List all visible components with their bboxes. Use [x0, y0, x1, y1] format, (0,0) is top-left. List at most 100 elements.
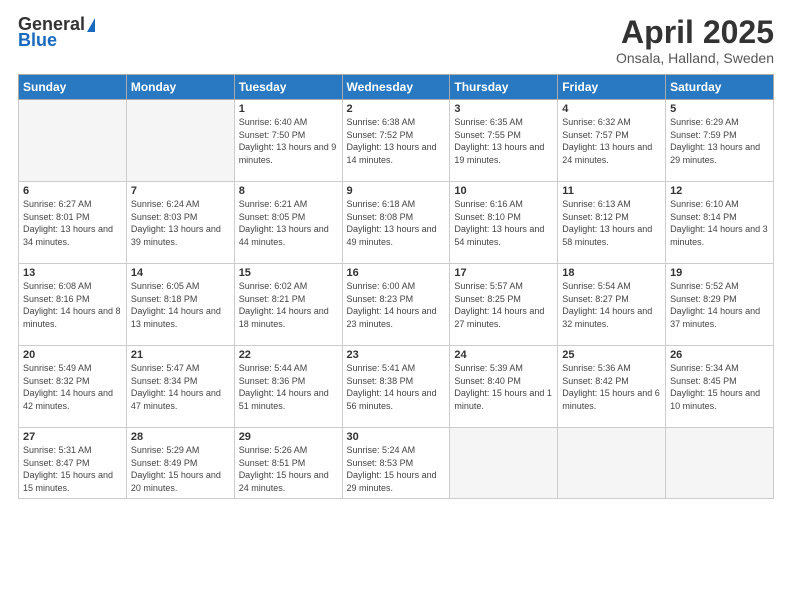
calendar-cell: 16 Sunrise: 6:00 AMSunset: 8:23 PMDayligh…	[342, 264, 450, 346]
day-number: 23	[347, 349, 446, 361]
header-wednesday: Wednesday	[342, 75, 450, 100]
calendar-cell: 12 Sunrise: 6:10 AMSunset: 8:14 PMDayligh…	[666, 182, 774, 264]
day-info: Sunrise: 5:34 AMSunset: 8:45 PMDaylight:…	[670, 363, 760, 411]
day-info: Sunrise: 5:26 AMSunset: 8:51 PMDaylight:…	[239, 445, 329, 493]
day-info: Sunrise: 6:27 AMSunset: 8:01 PMDaylight:…	[23, 199, 113, 247]
header-tuesday: Tuesday	[234, 75, 342, 100]
calendar-cell: 4 Sunrise: 6:32 AMSunset: 7:57 PMDaylight…	[558, 100, 666, 182]
header-saturday: Saturday	[666, 75, 774, 100]
day-info: Sunrise: 5:39 AMSunset: 8:40 PMDaylight:…	[454, 363, 552, 411]
calendar-cell: 17 Sunrise: 5:57 AMSunset: 8:25 PMDayligh…	[450, 264, 558, 346]
day-number: 25	[562, 349, 661, 361]
day-number: 27	[23, 431, 122, 443]
header: General Blue April 2025 Onsala, Halland,…	[18, 15, 774, 66]
day-info: Sunrise: 6:08 AMSunset: 8:16 PMDaylight:…	[23, 281, 121, 329]
calendar-cell: 18 Sunrise: 5:54 AMSunset: 8:27 PMDayligh…	[558, 264, 666, 346]
day-number: 30	[347, 431, 446, 443]
day-number: 24	[454, 349, 553, 361]
header-sunday: Sunday	[19, 75, 127, 100]
calendar-cell: 15 Sunrise: 6:02 AMSunset: 8:21 PMDayligh…	[234, 264, 342, 346]
calendar-cell: 27Sunrise: 5:31 AMSunset: 8:47 PMDayligh…	[19, 428, 127, 498]
day-number: 13	[23, 267, 122, 279]
day-number: 7	[131, 185, 230, 197]
day-number: 18	[562, 267, 661, 279]
day-info: Sunrise: 6:40 AMSunset: 7:50 PMDaylight:…	[239, 117, 337, 165]
day-number: 4	[562, 103, 661, 115]
calendar-cell: 2Sunrise: 6:38 AMSunset: 7:52 PMDaylight…	[342, 100, 450, 182]
day-number: 8	[239, 185, 338, 197]
calendar-cell: 1 Sunrise: 6:40 AMSunset: 7:50 PMDaylight…	[234, 100, 342, 182]
day-number: 2	[347, 103, 446, 115]
page: General Blue April 2025 Onsala, Halland,…	[0, 0, 792, 612]
day-info: Sunrise: 6:21 AMSunset: 8:05 PMDaylight:…	[239, 199, 329, 247]
day-info: Sunrise: 5:24 AMSunset: 8:53 PMDaylight:…	[347, 445, 437, 493]
day-number: 16	[347, 267, 446, 279]
day-info: Sunrise: 5:47 AMSunset: 8:34 PMDaylight:…	[131, 363, 221, 411]
calendar-row-5: 27Sunrise: 5:31 AMSunset: 8:47 PMDayligh…	[19, 428, 774, 498]
day-number: 22	[239, 349, 338, 361]
location: Onsala, Halland, Sweden	[616, 50, 774, 66]
day-info: Sunrise: 6:05 AMSunset: 8:18 PMDaylight:…	[131, 281, 221, 329]
weekday-header-row: Sunday Monday Tuesday Wednesday Thursday…	[19, 75, 774, 100]
day-number: 26	[670, 349, 769, 361]
calendar-cell: 26 Sunrise: 5:34 AMSunset: 8:45 PMDayligh…	[666, 346, 774, 428]
day-number: 9	[347, 185, 446, 197]
calendar-cell	[558, 428, 666, 498]
day-info: Sunrise: 5:54 AMSunset: 8:27 PMDaylight:…	[562, 281, 652, 329]
calendar-cell: 7 Sunrise: 6:24 AMSunset: 8:03 PMDaylight…	[126, 182, 234, 264]
calendar-cell: 25 Sunrise: 5:36 AMSunset: 8:42 PMDayligh…	[558, 346, 666, 428]
calendar: Sunday Monday Tuesday Wednesday Thursday…	[18, 74, 774, 498]
day-info: Sunrise: 6:18 AMSunset: 8:08 PMDaylight:…	[347, 199, 437, 247]
day-info: Sunrise: 6:24 AMSunset: 8:03 PMDaylight:…	[131, 199, 221, 247]
calendar-cell: 19 Sunrise: 5:52 AMSunset: 8:29 PMDayligh…	[666, 264, 774, 346]
calendar-cell: 30 Sunrise: 5:24 AMSunset: 8:53 PMDayligh…	[342, 428, 450, 498]
calendar-cell: 20Sunrise: 5:49 AMSunset: 8:32 PMDayligh…	[19, 346, 127, 428]
calendar-cell: 10 Sunrise: 6:16 AMSunset: 8:10 PMDayligh…	[450, 182, 558, 264]
day-info: Sunrise: 6:13 AMSunset: 8:12 PMDaylight:…	[562, 199, 652, 247]
calendar-cell: 23 Sunrise: 5:41 AMSunset: 8:38 PMDayligh…	[342, 346, 450, 428]
title-area: April 2025 Onsala, Halland, Sweden	[616, 15, 774, 66]
calendar-cell: 14Sunrise: 6:05 AMSunset: 8:18 PMDayligh…	[126, 264, 234, 346]
day-info: Sunrise: 6:10 AMSunset: 8:14 PMDaylight:…	[670, 199, 768, 247]
calendar-row-4: 20Sunrise: 5:49 AMSunset: 8:32 PMDayligh…	[19, 346, 774, 428]
day-info: Sunrise: 5:57 AMSunset: 8:25 PMDaylight:…	[454, 281, 544, 329]
day-info: Sunrise: 5:52 AMSunset: 8:29 PMDaylight:…	[670, 281, 760, 329]
day-number: 10	[454, 185, 553, 197]
calendar-cell: 24 Sunrise: 5:39 AMSunset: 8:40 PMDayligh…	[450, 346, 558, 428]
calendar-cell: 6 Sunrise: 6:27 AMSunset: 8:01 PMDaylight…	[19, 182, 127, 264]
day-number: 5	[670, 103, 769, 115]
calendar-cell: 13 Sunrise: 6:08 AMSunset: 8:16 PMDayligh…	[19, 264, 127, 346]
logo-blue-text: Blue	[18, 30, 57, 50]
logo-triangle-icon	[87, 18, 95, 32]
calendar-cell	[126, 100, 234, 182]
day-number: 6	[23, 185, 122, 197]
calendar-cell: 29Sunrise: 5:26 AMSunset: 8:51 PMDayligh…	[234, 428, 342, 498]
day-info: Sunrise: 6:00 AMSunset: 8:23 PMDaylight:…	[347, 281, 437, 329]
calendar-cell	[450, 428, 558, 498]
day-info: Sunrise: 6:35 AMSunset: 7:55 PMDaylight:…	[454, 117, 544, 165]
day-number: 17	[454, 267, 553, 279]
day-number: 12	[670, 185, 769, 197]
calendar-cell: 21 Sunrise: 5:47 AMSunset: 8:34 PMDayligh…	[126, 346, 234, 428]
month-title: April 2025	[616, 15, 774, 50]
calendar-cell: 11Sunrise: 6:13 AMSunset: 8:12 PMDayligh…	[558, 182, 666, 264]
day-number: 19	[670, 267, 769, 279]
day-info: Sunrise: 6:02 AMSunset: 8:21 PMDaylight:…	[239, 281, 329, 329]
day-info: Sunrise: 5:41 AMSunset: 8:38 PMDaylight:…	[347, 363, 437, 411]
header-friday: Friday	[558, 75, 666, 100]
day-info: Sunrise: 6:16 AMSunset: 8:10 PMDaylight:…	[454, 199, 544, 247]
header-monday: Monday	[126, 75, 234, 100]
calendar-cell	[666, 428, 774, 498]
day-number: 20	[23, 349, 122, 361]
day-number: 1	[239, 103, 338, 115]
day-number: 21	[131, 349, 230, 361]
day-number: 15	[239, 267, 338, 279]
day-number: 3	[454, 103, 553, 115]
calendar-cell: 8 Sunrise: 6:21 AMSunset: 8:05 PMDaylight…	[234, 182, 342, 264]
calendar-row-2: 6 Sunrise: 6:27 AMSunset: 8:01 PMDaylight…	[19, 182, 774, 264]
day-info: Sunrise: 6:32 AMSunset: 7:57 PMDaylight:…	[562, 117, 652, 165]
day-info: Sunrise: 5:29 AMSunset: 8:49 PMDaylight:…	[131, 445, 221, 493]
calendar-cell: 9 Sunrise: 6:18 AMSunset: 8:08 PMDaylight…	[342, 182, 450, 264]
day-info: Sunrise: 6:29 AMSunset: 7:59 PMDaylight:…	[670, 117, 760, 165]
day-info: Sunrise: 5:36 AMSunset: 8:42 PMDaylight:…	[562, 363, 660, 411]
